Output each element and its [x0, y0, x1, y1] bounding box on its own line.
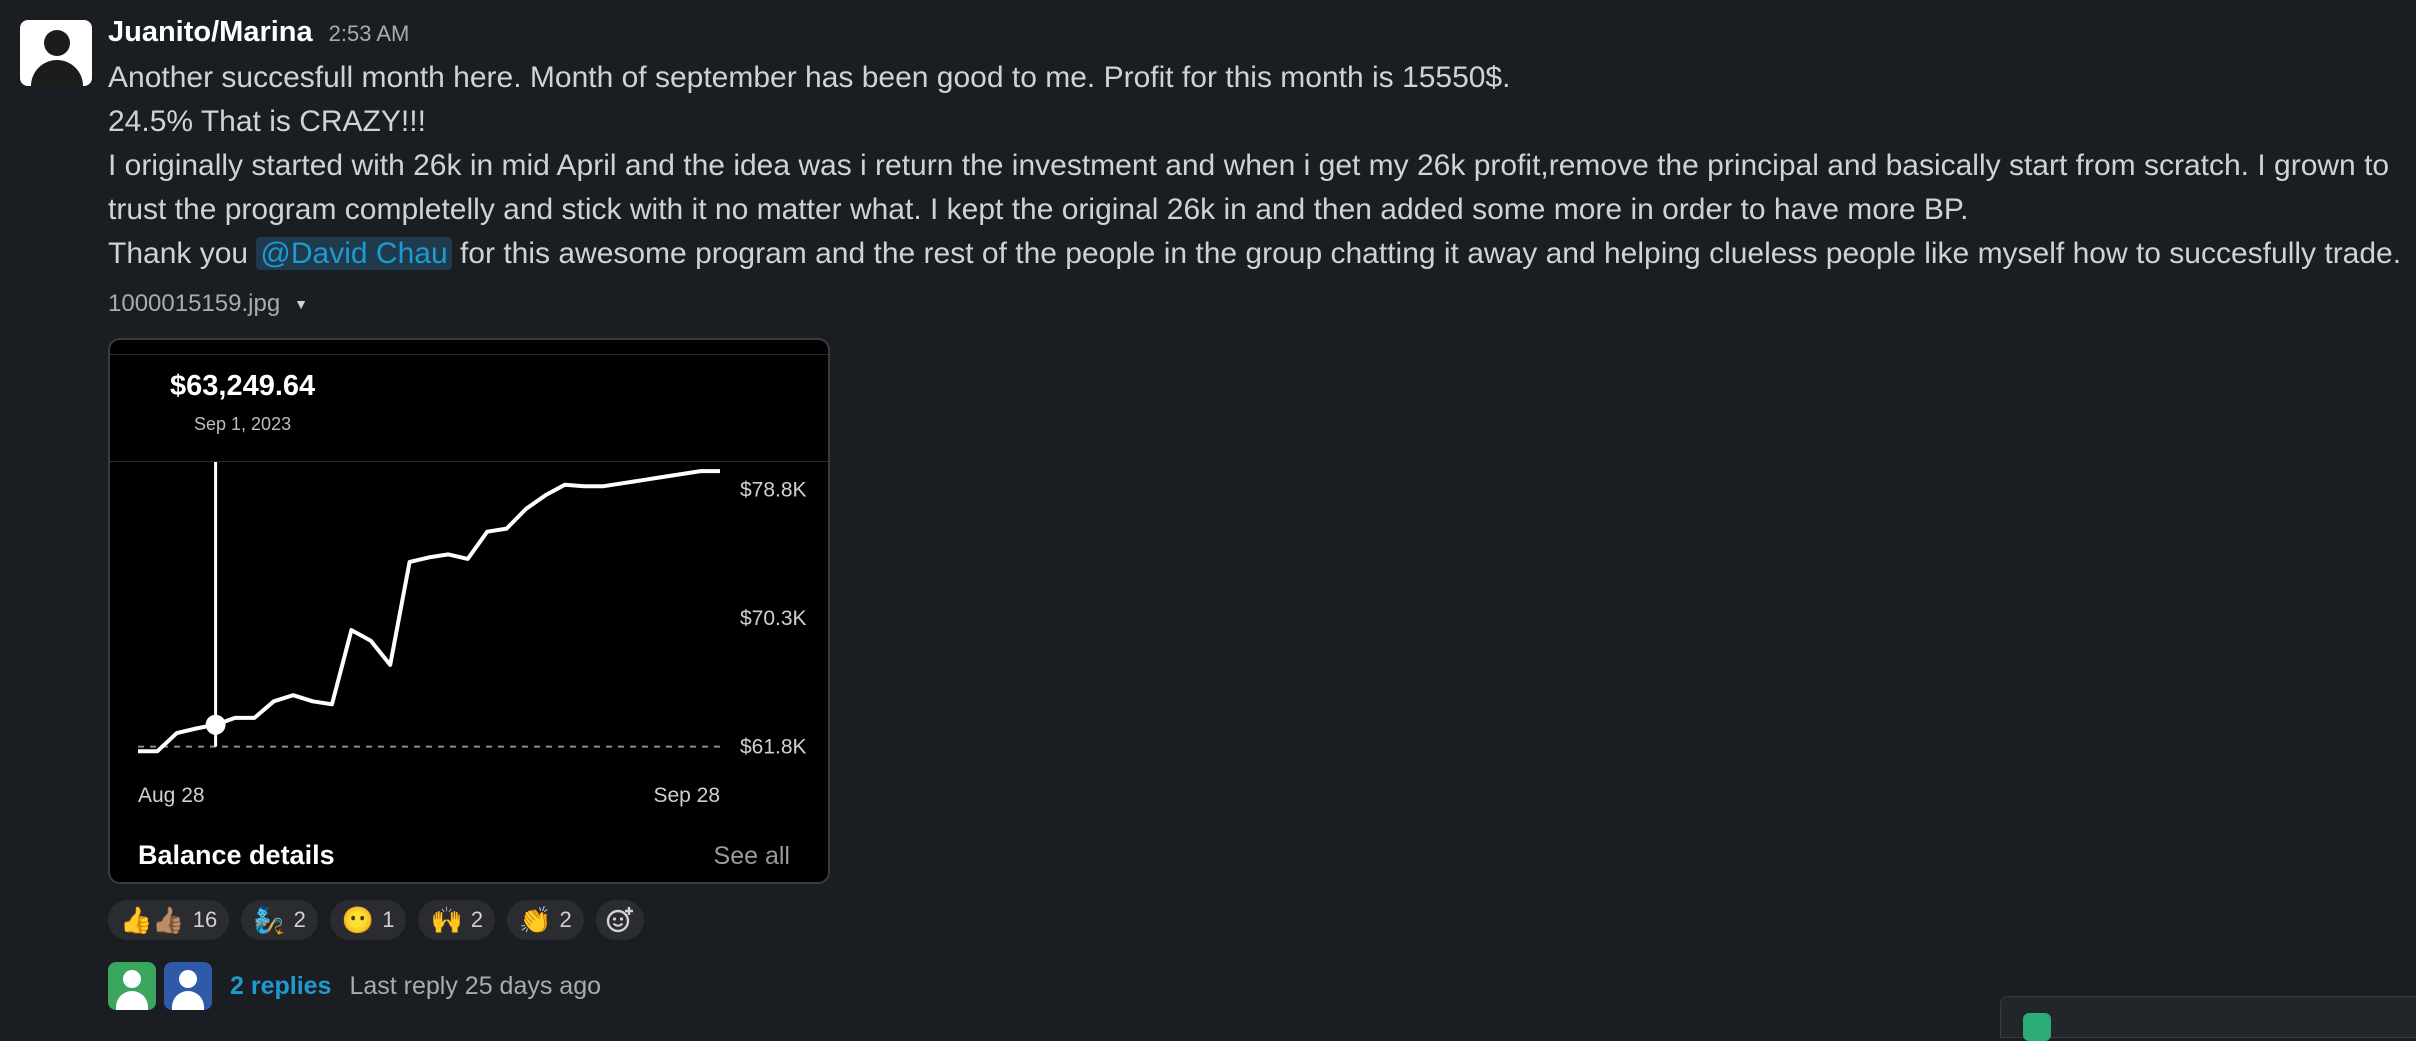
see-all-link[interactable]: See all [714, 842, 790, 871]
message-line-3: I originally started with 26k in mid Apr… [108, 149, 2390, 182]
user-mention[interactable]: @David Chau [256, 237, 452, 270]
thanks-rest-text: for this awesome program and the rest of… [451, 237, 2402, 270]
selected-point-marker [205, 714, 226, 735]
avatar-head [179, 970, 197, 988]
chevron-down-icon[interactable]: ▼ [294, 296, 308, 312]
reaction-clap[interactable]: 👏 2 [507, 900, 584, 940]
y-tick-label: $78.8K [740, 478, 807, 501]
reply-avatar[interactable] [108, 962, 156, 1010]
reaction-count: 16 [192, 907, 218, 932]
reaction-count: 1 [382, 907, 395, 932]
reaction-count: 2 [559, 907, 572, 932]
y-tick-label: $70.3K [740, 607, 807, 630]
balance-details-label: Balance details [138, 840, 335, 870]
message-line-4: trust the program completelly and stick … [108, 193, 1969, 226]
last-reply-text: Last reply 25 days ago [349, 971, 602, 1000]
add-reaction-button[interactable] [595, 900, 644, 940]
genie-icon: 🧞 [253, 905, 286, 935]
balance-series-line [138, 469, 720, 754]
message-line-5: Thank you @David Chau for this awesome p… [108, 232, 2401, 276]
replies-link[interactable]: 2 replies [230, 972, 331, 1001]
popup-icon [2023, 1013, 2051, 1041]
reply-avatar[interactable] [164, 962, 212, 1010]
reaction-face[interactable]: 😶 1 [329, 900, 407, 940]
balance-line-chart: $78.8K $70.3K $61.8K Aug 28 Sep 28 [138, 462, 807, 807]
face-icon: 😶 [341, 905, 375, 935]
attachment-image[interactable]: $63,249.64 Sep 1, 2023 $78.8K $70.3K $61… [108, 338, 830, 884]
x-end-label: Sep 28 [653, 784, 720, 807]
reaction-thumbs-up[interactable]: 👍👍🏽 16 [108, 900, 230, 940]
avatar-body [31, 60, 83, 86]
message-header: Juanito/Marina 2:53 AM [108, 16, 409, 52]
raised-hands-icon: 🙌 [430, 905, 463, 935]
attachment-filename[interactable]: 1000015159.jpg [108, 290, 280, 318]
y-tick-label: $61.8K [740, 736, 807, 759]
x-start-label: Aug 28 [138, 784, 205, 807]
attachment-filename-row[interactable]: 1000015159.jpg ▼ [108, 290, 308, 318]
add-reaction-icon [606, 907, 633, 933]
thumbs-up-icon: 👍👍🏽 [120, 905, 185, 935]
author-name[interactable]: Juanito/Marina [108, 16, 313, 49]
corner-popup[interactable] [2000, 996, 2416, 1041]
thread-summary[interactable]: 2 replies Last reply 25 days ago [108, 962, 601, 1010]
avatar-head [44, 30, 70, 56]
reaction-count: 2 [293, 907, 306, 932]
avatar-body [116, 991, 148, 1010]
avatar-body [172, 991, 204, 1010]
author-avatar[interactable] [20, 20, 92, 86]
message-timestamp[interactable]: 2:53 AM [329, 21, 410, 47]
reaction-genie[interactable]: 🧞 2 [241, 900, 318, 940]
clap-icon: 👏 [519, 905, 552, 935]
reaction-raised-hands[interactable]: 🙌 2 [418, 900, 496, 940]
thanks-text: Thank you [108, 237, 257, 270]
message-line-2: 24.5% That is CRAZY!!! [108, 105, 426, 138]
avatar-head [123, 970, 141, 988]
reaction-count: 2 [470, 907, 484, 932]
message-line-1: Another succesfull month here. Month of … [108, 61, 1511, 94]
reaction-bar: 👍👍🏽 16 🧞 2 😶 1 🙌 2 👏 2 [108, 900, 644, 940]
